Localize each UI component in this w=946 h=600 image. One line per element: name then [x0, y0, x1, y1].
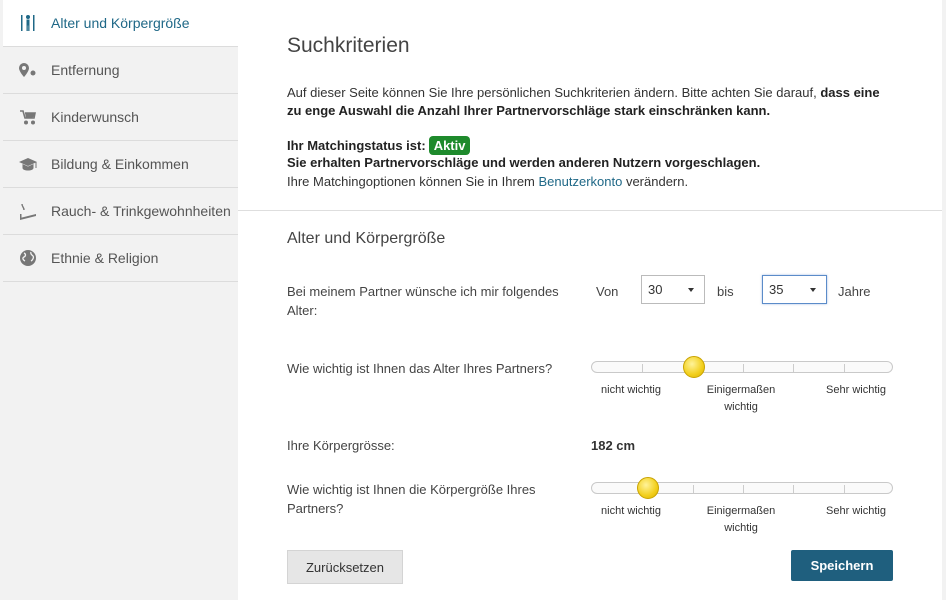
- graduation-cap-icon: [17, 153, 39, 175]
- cigarette-icon: [17, 200, 39, 222]
- sidebar-item-education[interactable]: Bildung & Einkommen: [3, 141, 238, 188]
- slider-track[interactable]: [591, 361, 893, 373]
- age-unit-label: Jahre: [838, 284, 871, 299]
- scale-label-mid: Einigermaßen wichtig: [706, 505, 776, 534]
- matching-options-post: verändern.: [622, 174, 689, 189]
- slider-tick: [844, 485, 845, 493]
- scale-label-low: nicht wichtig: [601, 384, 661, 396]
- height-importance-label: Wie wichtig ist Ihnen die Körpergröße Ih…: [287, 482, 536, 516]
- matching-status: Ihr Matchingstatus ist: Aktiv: [287, 136, 471, 155]
- intro-plain: Auf dieser Seite können Sie Ihre persönl…: [287, 85, 821, 100]
- age-range-label: Bei meinem Partner wünsche ich mir folge…: [287, 284, 559, 318]
- slider-tick: [693, 485, 694, 493]
- sidebar-item-label: Ethnie & Religion: [51, 250, 159, 266]
- slider-tick: [793, 364, 794, 372]
- sidebar-item-distance[interactable]: Entfernung: [3, 47, 238, 94]
- age-to-value: 35: [769, 282, 784, 297]
- matching-options-pre: Ihre Matchingoptionen können Sie in Ihre…: [287, 174, 539, 189]
- chevron-down-icon: [688, 288, 694, 292]
- slider-thumb[interactable]: [637, 477, 659, 499]
- stroller-icon: [17, 106, 39, 128]
- sidebar-item-habits[interactable]: Rauch- & Trinkgewohnheiten: [3, 188, 238, 235]
- height-importance-slider[interactable]: [591, 477, 893, 499]
- main-panel: Suchkriterien Auf dieser Seite können Si…: [238, 0, 942, 600]
- sidebar: Alter und Körpergröße Entfernung Kinderw…: [0, 0, 238, 600]
- slider-tick: [844, 364, 845, 372]
- scale-label-high: Sehr wichtig: [826, 384, 886, 396]
- age-from-value: 30: [648, 282, 663, 297]
- sidebar-item-label: Bildung & Einkommen: [51, 156, 189, 172]
- sidebar-item-age-height[interactable]: Alter und Körpergröße: [3, 0, 238, 47]
- height-value: 182 cm: [591, 438, 636, 453]
- age-importance-label: Wie wichtig ist Ihnen das Alter Ihres Pa…: [287, 361, 553, 376]
- age-from-label: Von: [596, 284, 619, 299]
- slider-tick: [743, 364, 744, 372]
- section-title: Alter und Körpergröße: [287, 230, 446, 247]
- age-to-select[interactable]: 35: [762, 275, 827, 304]
- status-badge: Aktiv: [428, 136, 471, 155]
- height-icon: [17, 12, 39, 34]
- decorative-shadow: [838, 204, 942, 214]
- page-title: Suchkriterien: [287, 34, 410, 57]
- scale-label-mid: Einigermaßen wichtig: [706, 384, 776, 413]
- sidebar-item-label: Entfernung: [51, 62, 120, 78]
- scale-label-low: nicht wichtig: [601, 505, 661, 517]
- sidebar-item-ethnicity-religion[interactable]: Ethnie & Religion: [3, 235, 238, 282]
- slider-tick: [743, 485, 744, 493]
- intro-text: Auf dieser Seite können Sie Ihre persönl…: [287, 84, 887, 120]
- slider-tick: [793, 485, 794, 493]
- globe-icon: [17, 247, 39, 269]
- sidebar-item-children[interactable]: Kinderwunsch: [3, 94, 238, 141]
- account-link[interactable]: Benutzerkonto: [539, 174, 623, 189]
- scale-label-high: Sehr wichtig: [826, 505, 886, 517]
- section-divider: [238, 210, 942, 211]
- matching-status-label: Ihr Matchingstatus ist:: [287, 138, 426, 153]
- sidebar-item-label: Alter und Körpergröße: [51, 15, 190, 31]
- height-label: Ihre Körpergrösse:: [287, 438, 395, 453]
- sidebar-item-label: Kinderwunsch: [51, 109, 139, 125]
- sidebar-item-label: Rauch- & Trinkgewohnheiten: [51, 203, 231, 219]
- age-to-label: bis: [717, 284, 734, 299]
- slider-thumb[interactable]: [683, 356, 705, 378]
- matching-status-description: Sie erhalten Partnervorschläge und werde…: [287, 155, 761, 170]
- matching-options-hint: Ihre Matchingoptionen können Sie in Ihre…: [287, 174, 688, 189]
- save-button[interactable]: Speichern: [791, 550, 893, 581]
- age-from-select[interactable]: 30: [641, 275, 705, 304]
- slider-tick: [642, 364, 643, 372]
- chevron-down-icon: [810, 288, 816, 292]
- reset-button[interactable]: Zurücksetzen: [287, 550, 403, 584]
- location-pin-icon: [17, 59, 39, 81]
- age-importance-slider[interactable]: [591, 356, 893, 378]
